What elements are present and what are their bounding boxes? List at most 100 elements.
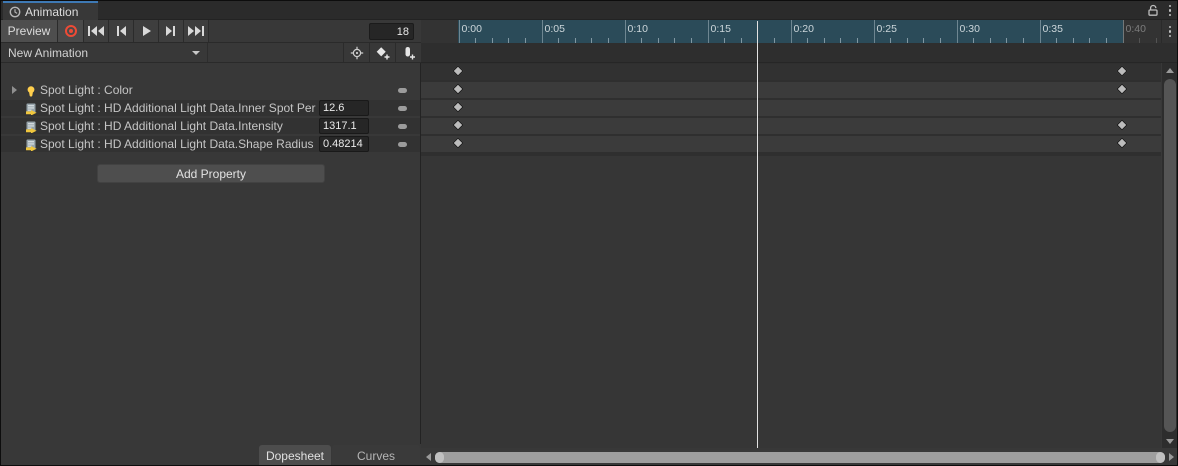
add-event-button[interactable] bbox=[395, 43, 421, 62]
ruler-tick bbox=[1123, 20, 1124, 43]
grid-row-band bbox=[421, 100, 1161, 116]
scroll-down-button[interactable] bbox=[1162, 434, 1178, 448]
add-event-icon bbox=[401, 46, 416, 60]
grid-row-band bbox=[421, 118, 1161, 134]
add-keyframe-button[interactable] bbox=[369, 43, 395, 62]
ruler-label: 0:40 bbox=[1126, 23, 1146, 35]
keyframe-indicator-dot[interactable] bbox=[398, 106, 407, 111]
property-row[interactable]: Spot Light : HD Additional Light Data.In… bbox=[1, 118, 420, 134]
clip-toolbar: New Animation bbox=[1, 43, 421, 63]
property-row[interactable]: Spot Light : HD Additional Light Data.Sh… bbox=[1, 136, 420, 152]
last-frame-icon bbox=[187, 25, 205, 37]
ruler-tick bbox=[625, 20, 626, 43]
arrow-left-icon bbox=[426, 453, 431, 461]
arrow-down-icon bbox=[1166, 439, 1174, 444]
foldout-arrow-icon[interactable] bbox=[12, 86, 17, 94]
first-frame-icon bbox=[87, 25, 105, 37]
scroll-up-button[interactable] bbox=[1162, 63, 1178, 77]
clip-selector-dropdown[interactable]: New Animation bbox=[1, 43, 208, 62]
timeline-ruler[interactable]: 0:00 0:05 0:10 0:15 0:20 0:25 0:30 0:35 0:40 bbox=[421, 20, 1161, 43]
property-list-panel: Add Property Spot Light : Color Spot Ligh… bbox=[1, 63, 421, 444]
scroll-left-button[interactable] bbox=[422, 448, 434, 466]
property-label: Spot Light : HD Additional Light Data.In… bbox=[40, 101, 316, 115]
ruler-label: 0:35 bbox=[1043, 23, 1063, 35]
ruler-label: 0:20 bbox=[794, 23, 814, 35]
timeline-upper-band bbox=[421, 43, 1178, 63]
previous-frame-button[interactable] bbox=[109, 20, 134, 42]
ruler-tick bbox=[542, 20, 543, 43]
play-icon bbox=[140, 25, 152, 37]
previous-frame-icon bbox=[114, 25, 128, 37]
grid-row-band bbox=[421, 64, 1161, 80]
property-value-field[interactable] bbox=[319, 136, 369, 152]
ruler-label: 0:00 bbox=[462, 23, 482, 35]
light-icon bbox=[25, 84, 38, 96]
horizontal-scrollbar-thumb[interactable] bbox=[435, 452, 1165, 463]
tab-title: Animation bbox=[25, 5, 78, 19]
ruler-tick bbox=[708, 20, 709, 43]
add-property-button[interactable]: Add Property bbox=[97, 164, 325, 183]
property-value-field[interactable] bbox=[319, 100, 369, 116]
selected-clip-label: New Animation bbox=[8, 46, 88, 60]
ruler-tick bbox=[1040, 20, 1041, 43]
timeline-options-icon bbox=[1169, 26, 1172, 38]
ruler-tick bbox=[957, 20, 958, 43]
ruler-tick bbox=[791, 20, 792, 43]
next-frame-icon bbox=[164, 25, 178, 37]
arrow-right-icon bbox=[1169, 453, 1174, 461]
horizontal-scrollbar bbox=[421, 448, 1178, 466]
tab-dopesheet[interactable]: Dopesheet bbox=[259, 445, 331, 466]
tabbar-actions bbox=[1147, 1, 1172, 20]
last-frame-button[interactable] bbox=[184, 20, 209, 42]
window-menu-icon[interactable] bbox=[1169, 5, 1172, 17]
zoom-handle-right[interactable] bbox=[1156, 452, 1165, 463]
property-label: Spot Light : HD Additional Light Data.In… bbox=[40, 119, 283, 133]
property-value-field[interactable] bbox=[319, 118, 369, 134]
filter-by-selection-button[interactable] bbox=[343, 43, 369, 62]
ruler-label: 0:05 bbox=[545, 23, 565, 35]
first-frame-button[interactable] bbox=[84, 20, 109, 42]
keyframe-indicator-dot[interactable] bbox=[398, 88, 407, 93]
window-tab-bar: Animation bbox=[1, 1, 1177, 20]
keyframe-indicator-dot[interactable] bbox=[398, 124, 407, 129]
grid-row-band bbox=[421, 136, 1161, 152]
arrow-up-icon bbox=[1166, 68, 1174, 73]
script-icon bbox=[25, 102, 38, 114]
ruler-tick bbox=[459, 20, 460, 43]
play-button[interactable] bbox=[134, 20, 159, 42]
animation-window: Animation Preview 0:000:050:100:150:200:… bbox=[0, 0, 1178, 466]
next-frame-button[interactable] bbox=[159, 20, 184, 42]
zoom-handle-left[interactable] bbox=[435, 452, 444, 463]
timeline-options-button[interactable] bbox=[1161, 20, 1178, 43]
keyframe-indicator-dot[interactable] bbox=[398, 142, 407, 147]
playback-toolbar: Preview bbox=[1, 20, 421, 43]
ruler-label: 0:10 bbox=[628, 23, 648, 35]
dopesheet-grid[interactable] bbox=[421, 63, 1161, 448]
clock-icon bbox=[9, 6, 21, 18]
grid-row-band bbox=[421, 156, 1161, 448]
grid-row-band bbox=[421, 82, 1161, 98]
scroll-right-button[interactable] bbox=[1165, 448, 1177, 466]
ruler-label: 0:25 bbox=[877, 23, 897, 35]
playhead-line bbox=[757, 21, 758, 448]
ruler-label: 0:30 bbox=[960, 23, 980, 35]
record-toggle-button[interactable] bbox=[58, 20, 84, 42]
ruler-tick bbox=[874, 20, 875, 43]
script-icon bbox=[25, 138, 38, 150]
toolbar-spacer bbox=[208, 43, 343, 62]
crosshair-icon bbox=[350, 46, 364, 60]
add-keyframe-icon bbox=[375, 46, 391, 60]
property-row[interactable]: Spot Light : Color bbox=[1, 82, 420, 98]
record-icon bbox=[65, 25, 77, 37]
tab-curves[interactable]: Curves bbox=[332, 445, 420, 466]
property-label: Spot Light : Color bbox=[40, 83, 133, 97]
ruler-label: 0:15 bbox=[711, 23, 731, 35]
animation-tab[interactable]: Animation bbox=[3, 1, 98, 20]
property-label: Spot Light : HD Additional Light Data.Sh… bbox=[40, 137, 314, 151]
unlock-icon[interactable] bbox=[1147, 4, 1159, 17]
preview-toggle-button[interactable]: Preview bbox=[1, 20, 58, 42]
vertical-scrollbar bbox=[1162, 63, 1178, 448]
current-frame-field[interactable] bbox=[369, 23, 414, 40]
property-row[interactable]: Spot Light : HD Additional Light Data.In… bbox=[1, 100, 420, 116]
vertical-scrollbar-thumb[interactable] bbox=[1164, 79, 1176, 432]
